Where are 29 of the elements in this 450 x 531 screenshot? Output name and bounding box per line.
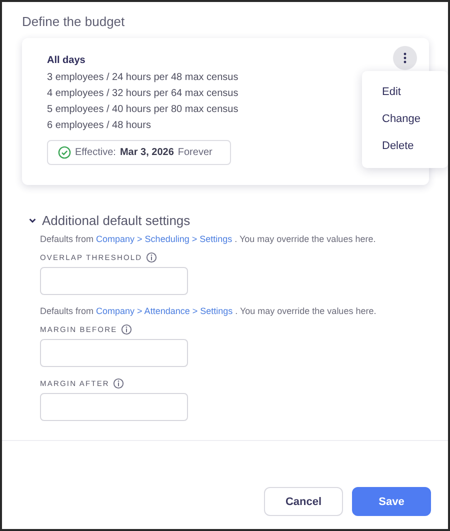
more-button[interactable] xyxy=(393,46,417,70)
info-icon[interactable] xyxy=(121,324,132,335)
settings-link[interactable]: Company > Attendance > Settings xyxy=(96,306,233,316)
info-icon[interactable] xyxy=(113,378,124,389)
page-title: Define the budget xyxy=(22,14,125,29)
day-heading: All days xyxy=(47,55,86,66)
effective-label: Effective: xyxy=(75,147,116,158)
input-field[interactable] xyxy=(40,267,188,295)
info-icon[interactable] xyxy=(146,252,158,263)
defaults-note: Defaults from Company > Attendance > Settings . You may override the values here. xyxy=(40,306,378,316)
budget-line: 5 employees / 40 hours per 80 max census xyxy=(47,104,238,115)
input-field[interactable] xyxy=(40,339,188,367)
defaults-note: Defaults from Company > Scheduling > Settings . You may override the values here. xyxy=(40,234,377,244)
settings-link[interactable]: Company > Scheduling > Settings xyxy=(96,234,232,244)
check-circle-icon xyxy=(58,146,71,159)
effective-until: Forever xyxy=(178,147,212,158)
input-field[interactable] xyxy=(40,393,188,421)
menu-item[interactable]: Delete xyxy=(362,133,448,160)
budget-line: 3 employees / 24 hours per 48 max census xyxy=(47,72,238,83)
budget-line: 4 employees / 32 hours per 64 max census xyxy=(47,88,238,99)
save-button[interactable]: Save xyxy=(352,487,431,516)
kebab-icon xyxy=(403,52,407,64)
budget-line: 6 employees / 48 hours xyxy=(47,120,151,131)
cancel-button[interactable]: Cancel xyxy=(264,487,343,516)
section-title: Additional default settings xyxy=(42,213,190,228)
chevron-icon[interactable] xyxy=(28,216,37,225)
menu-item[interactable]: Change xyxy=(362,106,448,133)
effective-date: Mar 3, 2026 xyxy=(120,147,174,158)
menu-item[interactable]: Edit xyxy=(362,79,448,106)
